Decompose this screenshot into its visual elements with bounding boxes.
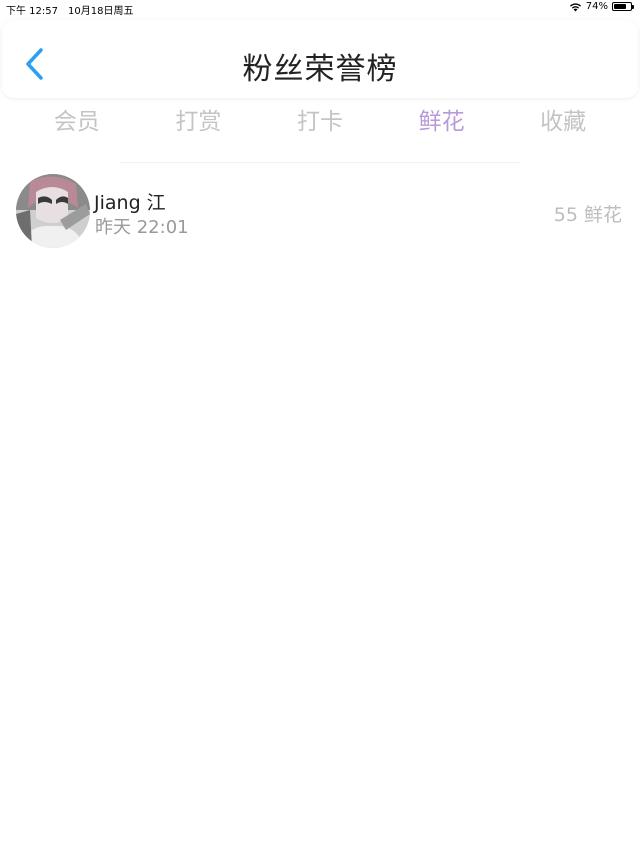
tab-checkin[interactable]: 打卡: [259, 104, 381, 140]
avatar-image: [16, 174, 90, 248]
status-bar: 下午 12:57 10月18日周五 74%: [0, 0, 640, 17]
page-title: 粉丝荣誉榜: [242, 52, 398, 87]
tab-favorites[interactable]: 收藏: [502, 104, 624, 140]
timestamp: 昨天 22:01: [95, 217, 189, 238]
battery-fill: [614, 4, 626, 9]
status-time: 下午 12:57: [6, 6, 58, 17]
tab-divider: [120, 162, 520, 163]
tab-tip[interactable]: 打赏: [138, 104, 260, 140]
battery-percent: 74%: [585, 1, 608, 12]
navigation-bar: 粉丝荣誉榜: [2, 20, 638, 98]
battery-icon: [612, 2, 634, 11]
user-name: Jiang 江: [94, 192, 166, 214]
status-right: 74%: [569, 1, 634, 12]
tab-bar: 会员 打赏 打卡 鲜花 收藏: [16, 104, 624, 140]
flower-count: 55 鲜花: [553, 204, 622, 226]
status-date: 10月18日周五: [68, 6, 134, 17]
tab-member[interactable]: 会员: [16, 104, 138, 140]
avatar[interactable]: [16, 174, 90, 248]
wifi-icon: [569, 2, 582, 12]
tab-flowers[interactable]: 鲜花: [381, 104, 503, 140]
status-left: 下午 12:57 10月18日周五: [6, 2, 133, 17]
list-item[interactable]: Jiang 江 昨天 22:01 55 鲜花: [0, 170, 640, 252]
